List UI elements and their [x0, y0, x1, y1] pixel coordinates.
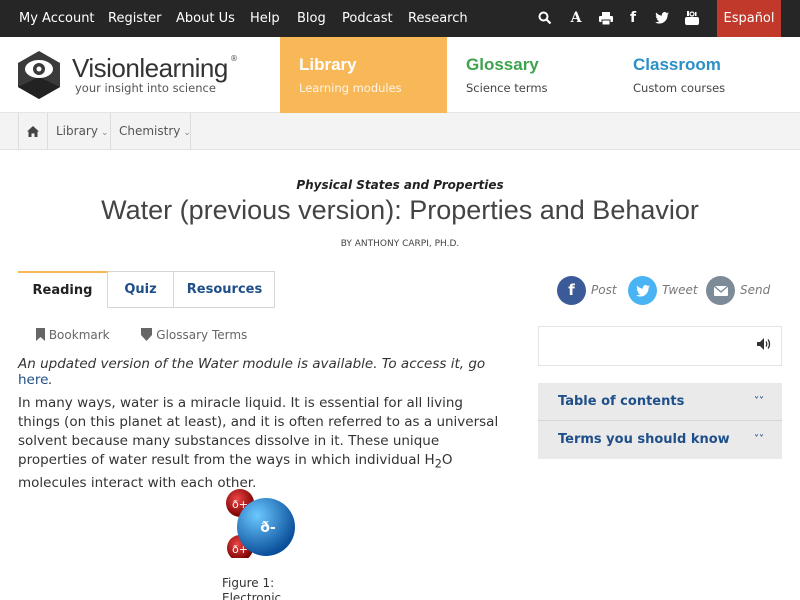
article-tabs: Reading Quiz Resources [18, 271, 275, 308]
audio-player[interactable] [538, 326, 782, 366]
tab-quiz[interactable]: Quiz [108, 271, 174, 308]
article-tools: Bookmark Glossary Terms [36, 328, 275, 342]
breadcrumb-chemistry-label: Chemistry [119, 124, 181, 138]
podcast-link[interactable]: Podcast [342, 0, 393, 37]
youtube-icon[interactable] [683, 0, 701, 37]
twitter-icon [628, 276, 657, 305]
share-email[interactable]: Send [706, 276, 770, 306]
site-header: Visionlearning ® your insight into scien… [0, 37, 800, 113]
help-link[interactable]: Help [250, 0, 280, 37]
section-classroom-title: Classroom [633, 55, 721, 74]
share-email-label: Send [740, 283, 771, 297]
chevron-down-icon: ⌄ [100, 128, 109, 138]
subscript-2: 2 [434, 457, 442, 471]
speaker-icon[interactable] [757, 338, 771, 354]
para-text: In many ways, water is a miracle [18, 395, 245, 411]
search-icon[interactable] [536, 0, 554, 37]
section-glossary-title: Glossary [466, 55, 539, 74]
share-facebook-label: Post [591, 283, 617, 297]
section-library-title: Library [299, 55, 357, 74]
facebook-icon[interactable]: f [624, 0, 642, 37]
my-account-link[interactable]: My Account [19, 0, 95, 37]
para-text: O [441, 452, 453, 468]
glossary-term-liquid[interactable]: liquid [245, 395, 282, 411]
font-size-icon[interactable]: A [567, 0, 585, 37]
terms-you-should-know-toggle[interactable]: Terms you should know ˅˅ [538, 421, 782, 459]
double-chevron-down-icon: ˅˅ [754, 396, 764, 407]
glossary-terms-label: Glossary Terms [156, 328, 248, 342]
breadcrumb-library[interactable]: Library ⌄ [47, 113, 110, 149]
brand-name[interactable]: Visionlearning [72, 53, 228, 84]
blog-link[interactable]: Blog [297, 0, 326, 37]
double-chevron-down-icon: ˅˅ [754, 434, 764, 445]
email-icon [706, 276, 735, 305]
table-of-contents-label: Table of contents [558, 394, 685, 409]
registered-mark: ® [230, 54, 238, 63]
section-glossary[interactable]: Glossary Science terms [447, 37, 614, 113]
hydrogen-label-top: ð+ [232, 498, 248, 511]
tab-reading[interactable]: Reading [18, 271, 108, 308]
section-library[interactable]: Library Learning modules [280, 37, 447, 113]
glossary-tag-icon [141, 328, 153, 341]
sidebar-accordion: Table of contents ˅˅ Terms you should kn… [538, 383, 782, 459]
glossary-term-molecules[interactable]: molecules [18, 475, 87, 491]
register-link[interactable]: Register [108, 0, 162, 37]
share-facebook[interactable]: f Post [557, 276, 617, 306]
notice-here-link[interactable]: here [18, 372, 48, 388]
page-title: Water (previous version): Properties and… [101, 195, 699, 225]
terms-you-should-know-label: Terms you should know [558, 432, 730, 447]
home-icon [27, 126, 39, 137]
section-library-subtitle: Learning modules [299, 81, 402, 95]
updated-version-notice: An updated version of the Water module i… [18, 356, 498, 388]
breadcrumb-library-label: Library [56, 124, 98, 138]
section-glossary-subtitle: Science terms [466, 81, 548, 95]
eye-logo-icon[interactable] [18, 51, 60, 99]
top-bar: My Account Register About Us Help Blog P… [0, 0, 800, 37]
chevron-down-icon: ⌄ [183, 128, 191, 138]
section-classroom-subtitle: Custom courses [633, 81, 726, 95]
bookmark-label: Bookmark [48, 328, 110, 342]
research-link[interactable]: Research [408, 0, 468, 37]
article-byline: BY ANTHONY CARPI, PH.D. [340, 239, 460, 249]
tab-resources[interactable]: Resources [174, 271, 275, 308]
breadcrumb-chemistry[interactable]: Chemistry ⌄ [110, 113, 191, 149]
print-icon[interactable] [597, 0, 615, 37]
twitter-icon[interactable] [653, 0, 671, 37]
intro-paragraph: In many ways, water is a miracle liquid.… [18, 394, 504, 493]
facebook-icon: f [557, 276, 586, 305]
oxygen-label: ð- [260, 520, 276, 536]
article-kicker[interactable]: Physical States and Properties [0, 178, 800, 192]
bookmark-button[interactable]: Bookmark [36, 328, 127, 342]
water-molecule-figure[interactable]: ð+ ð+ ð- [220, 486, 300, 561]
section-classroom[interactable]: Classroom Custom courses [614, 37, 800, 113]
figure-caption: Figure 1: Electronic [222, 576, 282, 600]
bookmark-icon [36, 328, 45, 341]
hydrogen-label-bottom: ð+ [232, 543, 248, 556]
brand-tagline: your insight into science [75, 81, 216, 95]
breadcrumb-home[interactable] [18, 113, 47, 149]
share-twitter-label: Tweet [662, 283, 698, 297]
glossary-terms-button[interactable]: Glossary Terms [141, 328, 261, 342]
breadcrumb: Library ⌄ Chemistry ⌄ [0, 113, 800, 150]
about-us-link[interactable]: About Us [176, 0, 235, 37]
share-twitter[interactable]: Tweet [628, 276, 698, 306]
notice-text: An updated version of the Water module i… [18, 356, 486, 372]
table-of-contents-toggle[interactable]: Table of contents ˅˅ [538, 383, 782, 421]
notice-period: . [48, 372, 53, 388]
espanol-button[interactable]: Español [717, 0, 781, 37]
para-text: because many substances dissolve in it. … [18, 433, 440, 468]
